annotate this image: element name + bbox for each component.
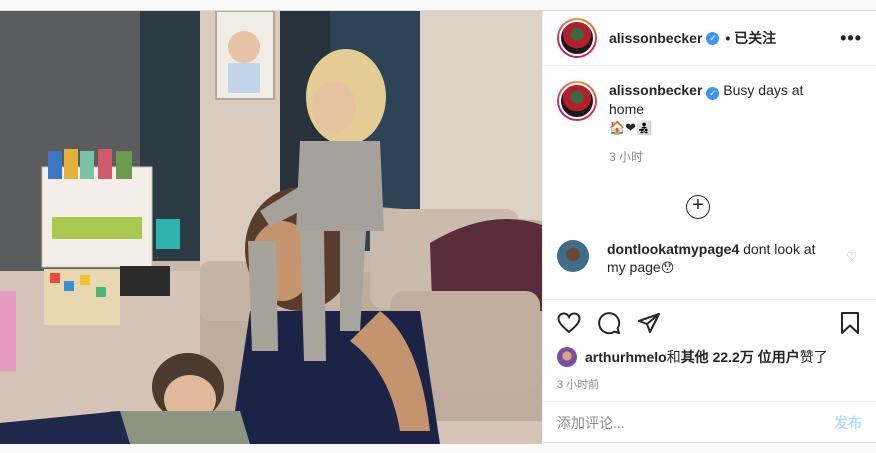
more-options-icon[interactable]: •••	[840, 28, 862, 49]
action-icons	[557, 300, 862, 346]
post-comment-button[interactable]: 发布	[834, 413, 862, 433]
load-more-comments-button[interactable]: +	[686, 195, 710, 219]
heart-outline-icon[interactable]	[557, 311, 581, 335]
avatar-image	[559, 20, 595, 56]
add-comment-bar: 发布	[543, 401, 876, 444]
caption-body: alissonbecker ✓ Busy days at home 🏠❤👨‍👧‍👦…	[609, 81, 839, 166]
comment-like-heart-icon[interactable]: ♡	[846, 250, 857, 264]
liker-username[interactable]: arthurhmelo	[585, 349, 667, 365]
post-photo[interactable]	[0, 11, 542, 444]
avatar-image	[559, 83, 595, 119]
likes-summary: arthurhmelo 和 其他 22.2万 位用户 赞了	[557, 346, 862, 368]
bookmark-icon[interactable]	[838, 311, 862, 335]
caption: alissonbecker ✓ Busy days at home 🏠❤👨‍👧‍👦…	[557, 81, 862, 166]
likes-connector: 和	[666, 349, 681, 365]
post-card: alissonbecker ✓ • 已关注 ••• alissonbecker ✓…	[0, 10, 876, 444]
verified-badge-icon: ✓	[706, 87, 720, 100]
caption-author-avatar[interactable]	[557, 81, 597, 121]
caption-username[interactable]: alissonbecker	[609, 82, 702, 98]
paper-plane-icon[interactable]	[637, 311, 661, 335]
family-photo	[0, 11, 542, 444]
posted-time[interactable]: 3 小时前	[557, 376, 862, 392]
post-header: alissonbecker ✓ • 已关注 •••	[543, 11, 876, 66]
liker-avatar[interactable]	[557, 347, 577, 367]
author-username[interactable]: alissonbecker	[609, 30, 702, 46]
commenter-avatar[interactable]	[557, 240, 589, 272]
comments-section: alissonbecker ✓ Busy days at home 🏠❤👨‍👧‍👦…	[543, 67, 876, 299]
likes-others-count[interactable]: 其他 22.2万 位用户	[681, 347, 800, 367]
comment-emoji: 😯	[660, 261, 675, 276]
comment-body: dontlookatmypage4 dont look at my page😯	[607, 240, 827, 278]
comment-input[interactable]	[557, 415, 834, 431]
post-side-panel: alissonbecker ✓ • 已关注 ••• alissonbecker ✓…	[542, 11, 876, 444]
comment-username[interactable]: dontlookatmypage4	[607, 241, 739, 257]
likes-suffix: 赞了	[799, 349, 828, 365]
caption-time[interactable]: 3 小时	[609, 148, 839, 166]
caption-emojis: 🏠❤👨‍👧‍👦	[609, 121, 653, 136]
action-bar: arthurhmelo 和 其他 22.2万 位用户 赞了 3 小时前	[543, 299, 876, 392]
verified-badge-icon: ✓	[706, 31, 720, 45]
comment-bubble-icon[interactable]	[597, 311, 621, 335]
follow-status[interactable]: • 已关注	[725, 28, 776, 48]
comment-item: dontlookatmypage4 dont look at my page😯 …	[557, 240, 857, 278]
author-avatar[interactable]	[557, 18, 597, 58]
